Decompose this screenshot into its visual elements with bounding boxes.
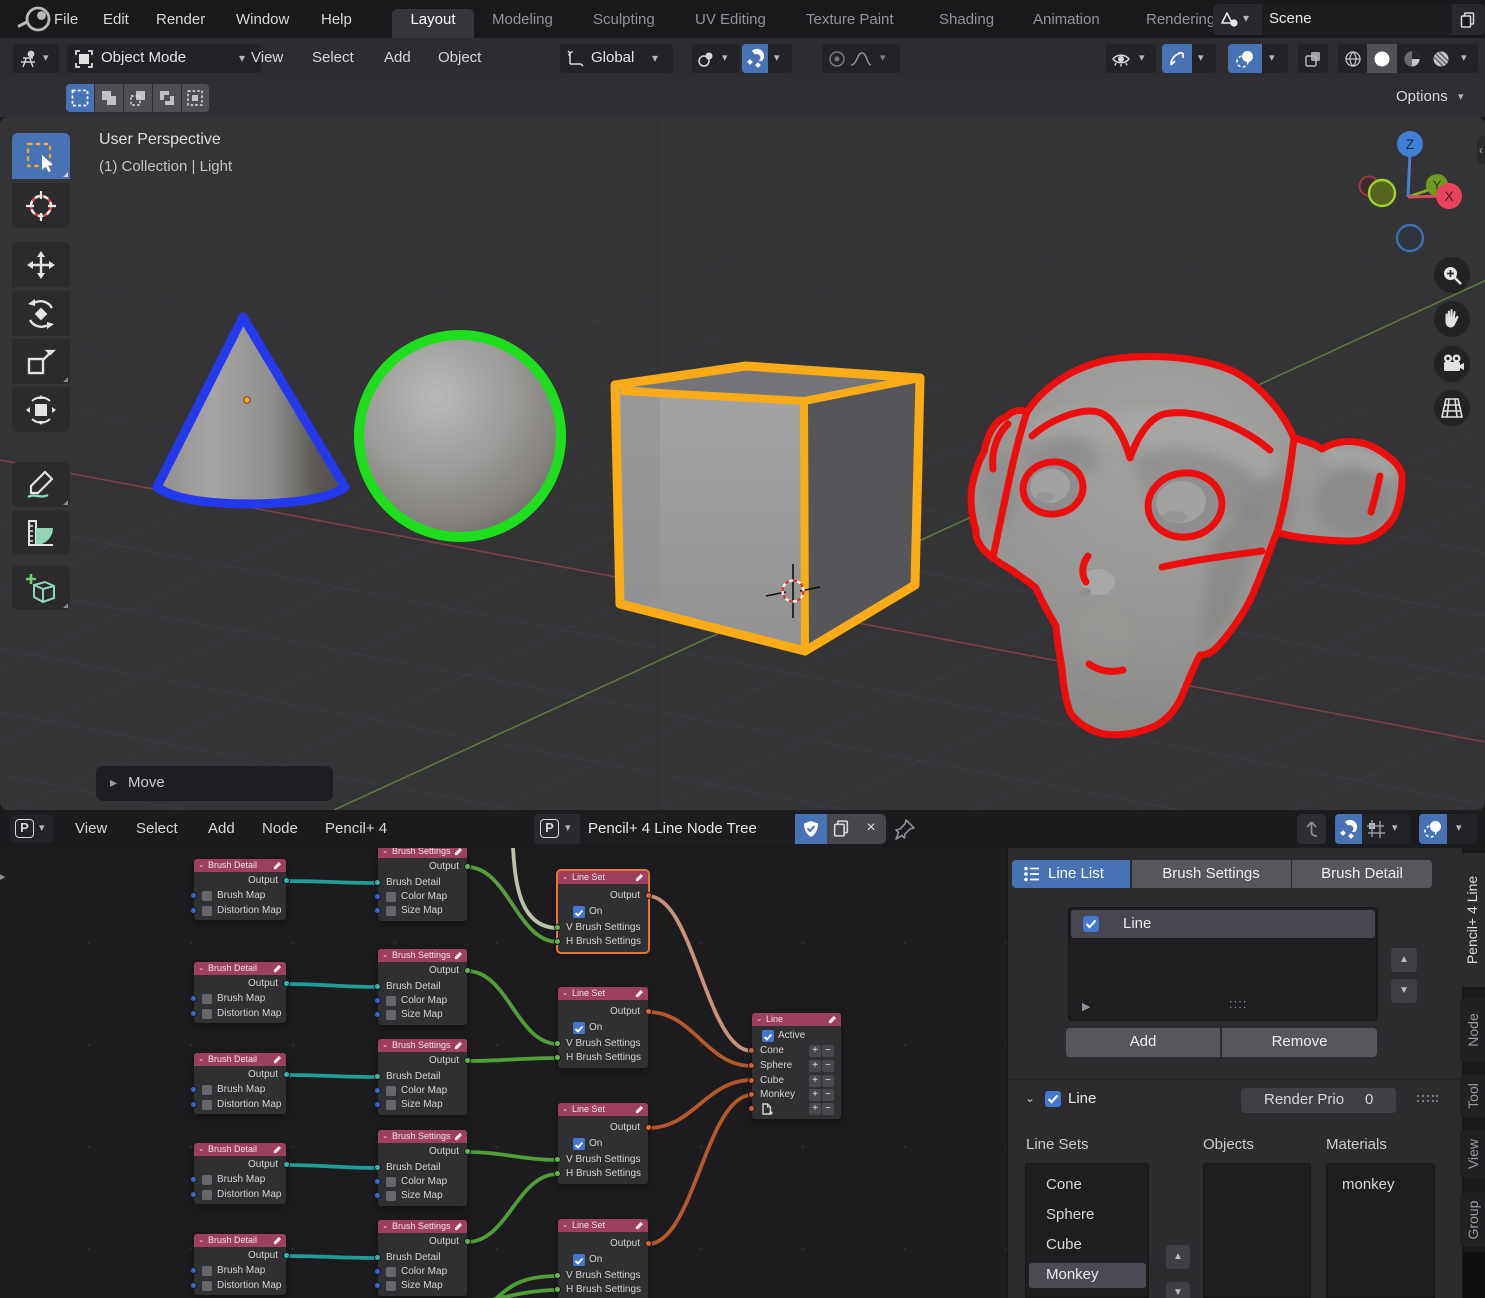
svg-text:Z: Z: [1406, 136, 1415, 152]
svg-text:X: X: [1444, 188, 1454, 204]
